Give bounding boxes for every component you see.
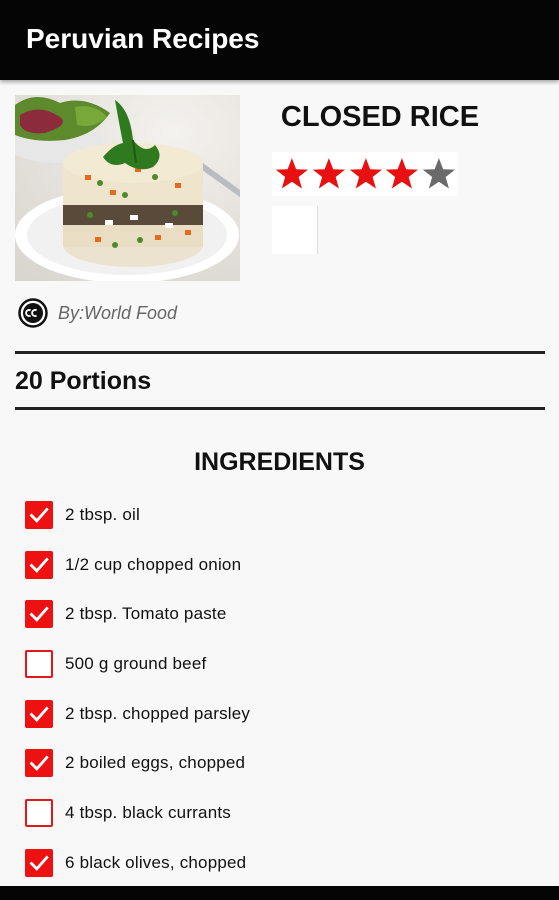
recipe-photo xyxy=(15,95,240,281)
ingredient-text: 500 g ground beef xyxy=(65,653,207,673)
creative-commons-icon xyxy=(18,298,48,328)
ingredients-heading: INGREDIENTS xyxy=(194,448,365,476)
ingredient-item[interactable]: 2 tbsp. Tomato paste xyxy=(25,589,545,639)
check-icon xyxy=(29,606,49,623)
ingredient-text: 2 tbsp. Tomato paste xyxy=(65,604,227,624)
author-credit: By:World Food xyxy=(18,297,177,329)
ingredient-item[interactable]: 1/2 cup chopped onion xyxy=(25,540,545,590)
rice-dish-image xyxy=(15,95,240,281)
favorite-toggle[interactable] xyxy=(272,206,318,254)
bottom-bar xyxy=(0,886,559,900)
portions-label: 20 Portions xyxy=(15,367,152,395)
star-filled-icon[interactable] xyxy=(384,156,420,192)
check-icon xyxy=(29,706,49,722)
ingredient-checkbox[interactable] xyxy=(25,600,53,629)
star-filled-icon[interactable] xyxy=(348,156,384,192)
ingredient-item[interactable]: 4 tbsp. black currants xyxy=(25,788,545,838)
ingredient-item[interactable]: 2 tbsp. chopped parsley xyxy=(25,689,545,739)
divider-top xyxy=(15,351,545,354)
ingredient-checkbox[interactable] xyxy=(25,500,53,529)
divider-bottom xyxy=(15,407,545,410)
ingredient-checkbox[interactable] xyxy=(25,550,53,579)
ingredient-checkbox[interactable] xyxy=(25,749,53,778)
ingredient-item[interactable]: 6 black olives, chopped xyxy=(25,838,545,888)
ingredient-item[interactable]: 500 g ground beef xyxy=(25,639,545,689)
check-icon xyxy=(29,557,49,573)
check-icon xyxy=(29,755,49,772)
ingredient-checkbox[interactable] xyxy=(25,798,53,827)
star-empty-icon[interactable] xyxy=(421,156,457,192)
author-text: By:World Food xyxy=(58,302,178,323)
ingredient-item[interactable]: 2 boiled eggs, chopped xyxy=(25,738,545,788)
recipe-title: CLOSED RICE xyxy=(280,101,480,133)
rating-bar[interactable] xyxy=(272,152,458,196)
ingredients-list: 2 tbsp. oil 1/2 cup chopped onion 2 tbsp. … xyxy=(25,490,545,888)
ingredient-text: 1/2 cup chopped onion xyxy=(65,554,242,574)
check-icon xyxy=(29,507,49,523)
ingredient-checkbox[interactable] xyxy=(25,848,53,877)
ingredient-checkbox[interactable] xyxy=(25,649,53,678)
ingredient-text: 6 black olives, chopped xyxy=(65,852,247,872)
star-filled-icon[interactable] xyxy=(274,156,310,192)
star-filled-icon[interactable] xyxy=(311,156,347,192)
ingredient-checkbox[interactable] xyxy=(25,699,53,728)
ingredient-text: 2 tbsp. oil xyxy=(65,504,140,524)
app-title: Peruvian Recipes xyxy=(26,23,260,54)
ingredient-text: 2 tbsp. chopped parsley xyxy=(65,703,251,723)
ingredient-text: 2 boiled eggs, chopped xyxy=(65,753,246,773)
app-bar: Peruvian Recipes xyxy=(0,0,559,80)
ingredient-text: 4 tbsp. black currants xyxy=(65,802,231,822)
check-icon xyxy=(29,855,49,871)
ingredient-item[interactable]: 2 tbsp. oil xyxy=(25,490,545,540)
